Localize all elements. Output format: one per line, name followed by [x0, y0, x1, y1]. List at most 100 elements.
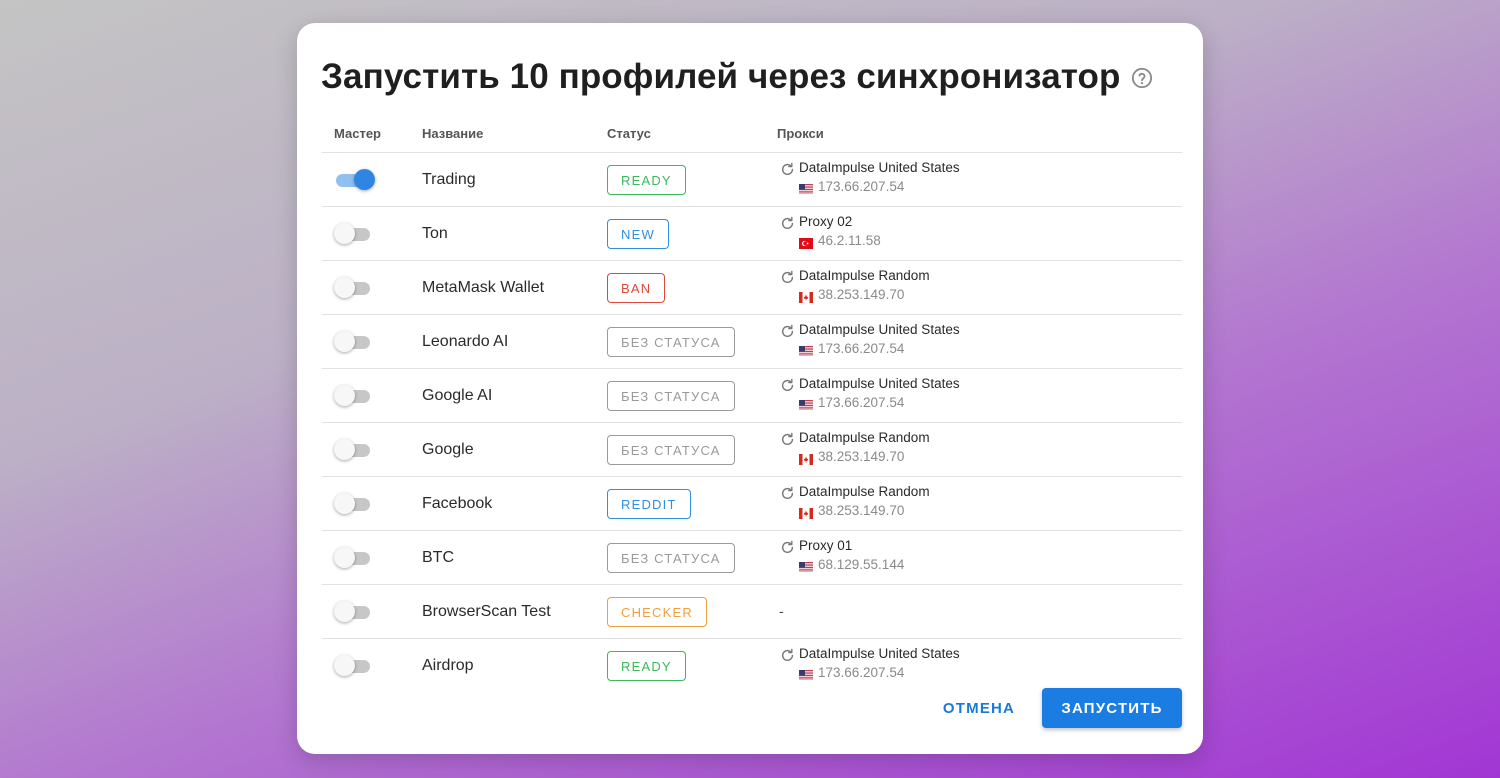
status-badge: CHECKER: [607, 596, 707, 627]
dialog-title: Запустить 10 профилей через синхронизато…: [321, 57, 1121, 96]
sync-launch-dialog: Запустить 10 профилей через синхронизато…: [297, 23, 1203, 754]
status-badge: BAN: [607, 272, 666, 303]
flag-ca-icon: [799, 290, 813, 303]
column-header-name: Название: [422, 115, 607, 153]
master-toggle[interactable]: [334, 546, 372, 568]
table-row: MetaMask Wallet BAN DataImpulse Random 38.2…: [322, 260, 1182, 315]
reload-icon[interactable]: [780, 432, 795, 447]
table-row: Trading READY DataImpulse United States 173…: [322, 152, 1182, 207]
master-toggle[interactable]: [334, 330, 372, 352]
reload-icon[interactable]: [780, 540, 795, 555]
table-row: Airdrop READY DataImpulse United States 173…: [322, 639, 1182, 693]
status-cell: READY: [607, 639, 777, 693]
flag-us-icon: [799, 182, 813, 195]
toggle-knob: [334, 438, 355, 460]
proxy-column-cell: DataImpulse United States 173.66.207.54: [777, 368, 1182, 423]
profile-name[interactable]: Google: [422, 422, 607, 477]
profile-name[interactable]: Leonardo AI: [422, 314, 607, 369]
profile-name[interactable]: Ton: [422, 206, 607, 261]
status-badge: READY: [607, 164, 686, 195]
status-cell: NEW: [607, 206, 777, 261]
master-cell: [322, 206, 422, 261]
flag-ca-icon: [799, 506, 813, 519]
profiles-table-body: Trading READY DataImpulse United States 173…: [322, 152, 1182, 693]
proxy-column-cell: Proxy 01 68.129.55.144: [777, 530, 1182, 585]
question-circle-icon[interactable]: [1131, 67, 1153, 89]
reload-icon[interactable]: [780, 324, 795, 339]
proxy-column-cell: DataImpulse Random 38.253.149.70: [777, 422, 1182, 477]
proxy-column-cell: DataImpulse Random 38.253.149.70: [777, 260, 1182, 315]
table-header-row: Мастер Название Статус Прокси: [322, 115, 1182, 153]
proxy-column-cell: DataImpulse United States 173.66.207.54: [777, 152, 1182, 207]
status-badge: READY: [607, 650, 686, 681]
proxy-name: Proxy 01: [799, 537, 853, 553]
proxy-ip: 68.129.55.144: [818, 556, 905, 572]
proxy-name: Proxy 02: [799, 213, 853, 229]
proxy-ip: 173.66.207.54: [818, 340, 905, 356]
profile-name[interactable]: MetaMask Wallet: [422, 260, 607, 315]
profiles-table: Мастер Название Статус Прокси Trading REA…: [322, 115, 1182, 692]
master-toggle[interactable]: [334, 168, 375, 190]
reload-icon[interactable]: [780, 486, 795, 501]
table-row: Google БЕЗ СТАТУСА DataImpulse Random 38.25…: [322, 422, 1182, 477]
status-cell: BAN: [607, 260, 777, 315]
proxy-cell: DataImpulse Random 38.253.149.70: [777, 484, 1182, 524]
status-cell: REDDIT: [607, 476, 777, 531]
toggle-knob: [334, 222, 355, 244]
master-cell: [322, 314, 422, 369]
toggle-knob: [334, 600, 355, 622]
master-cell: [322, 152, 422, 207]
table-row: Ton NEW Proxy 02 46.2.11.58: [322, 206, 1182, 261]
proxy-cell: DataImpulse United States 173.66.207.54: [777, 646, 1182, 686]
status-badge: БЕЗ СТАТУСА: [607, 380, 735, 411]
proxy-cell: DataImpulse Random 38.253.149.70: [777, 268, 1182, 308]
status-badge: БЕЗ СТАТУСА: [607, 326, 735, 357]
flag-us-icon: [799, 668, 813, 681]
profile-name[interactable]: Trading: [422, 152, 607, 207]
reload-icon[interactable]: [780, 648, 795, 663]
toggle-knob: [334, 330, 355, 352]
proxy-name: DataImpulse United States: [799, 645, 960, 661]
master-toggle[interactable]: [334, 384, 372, 406]
no-proxy: -: [779, 602, 784, 619]
reload-icon[interactable]: [780, 162, 795, 177]
master-cell: [322, 639, 422, 693]
reload-icon[interactable]: [780, 216, 795, 231]
profile-name[interactable]: Facebook: [422, 476, 607, 531]
table-row: Facebook REDDIT DataImpulse Random 38.253.1…: [322, 476, 1182, 531]
dialog-header: Запустить 10 профилей через синхронизато…: [321, 57, 1153, 97]
reload-icon[interactable]: [780, 270, 795, 285]
flag-tr-icon: [799, 236, 813, 249]
master-cell: [322, 260, 422, 315]
status-badge: БЕЗ СТАТУСА: [607, 434, 735, 465]
profile-name[interactable]: Google AI: [422, 368, 607, 423]
proxy-ip: 173.66.207.54: [818, 394, 905, 410]
proxy-name: DataImpulse Random: [799, 483, 930, 499]
proxy-name: DataImpulse Random: [799, 267, 930, 283]
status-cell: CHECKER: [607, 584, 777, 639]
status-badge: NEW: [607, 218, 669, 249]
master-toggle[interactable]: [334, 492, 372, 514]
proxy-name: DataImpulse United States: [799, 375, 960, 391]
profile-name[interactable]: BTC: [422, 530, 607, 585]
cancel-button[interactable]: ОТМЕНА: [929, 688, 1029, 728]
toggle-knob: [354, 168, 375, 190]
profile-name[interactable]: BrowserScan Test: [422, 584, 607, 639]
status-cell: БЕЗ СТАТУСА: [607, 368, 777, 423]
toggle-knob: [334, 654, 355, 676]
run-button[interactable]: ЗАПУСТИТЬ: [1042, 688, 1182, 728]
master-toggle[interactable]: [334, 276, 372, 298]
proxy-cell: Proxy 02 46.2.11.58: [777, 214, 1182, 254]
proxy-ip: 173.66.207.54: [818, 664, 905, 680]
master-toggle[interactable]: [334, 222, 372, 244]
master-toggle[interactable]: [334, 600, 372, 622]
toggle-knob: [334, 276, 355, 298]
master-toggle[interactable]: [334, 654, 372, 676]
proxy-ip: 38.253.149.70: [818, 502, 905, 518]
profile-name[interactable]: Airdrop: [422, 639, 607, 693]
proxy-column-cell: DataImpulse United States 173.66.207.54: [777, 314, 1182, 369]
reload-icon[interactable]: [780, 378, 795, 393]
master-toggle[interactable]: [334, 438, 372, 460]
status-badge: REDDIT: [607, 488, 691, 519]
table-row: BTC БЕЗ СТАТУСА Proxy 01 68.129.55.144: [322, 530, 1182, 585]
